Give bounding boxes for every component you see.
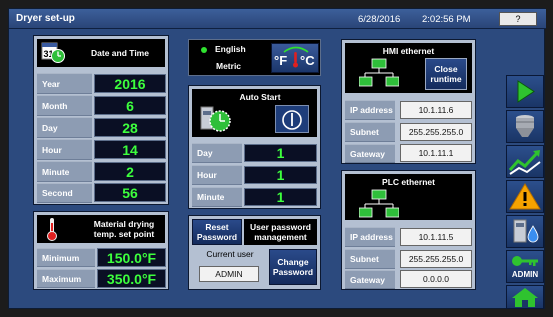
trend-button[interactable] bbox=[506, 145, 544, 178]
auto-start-day-value[interactable]: 1 bbox=[244, 144, 317, 162]
maximum-label: Maximum bbox=[37, 269, 95, 288]
thermometer-small-icon bbox=[293, 52, 298, 68]
day-value[interactable]: 28 bbox=[94, 118, 166, 137]
date-readout: 6/28/2016 bbox=[358, 14, 401, 25]
auto-start-hour-label: Hour bbox=[192, 165, 242, 185]
calendar-clock-icon: 31 bbox=[41, 42, 65, 63]
minimum-label: Minimum bbox=[37, 248, 95, 267]
month-value[interactable]: 6 bbox=[94, 96, 166, 115]
warning-icon bbox=[509, 183, 541, 210]
plc-ethernet-header: PLC ethernet bbox=[345, 174, 472, 220]
fahrenheit-label: °F bbox=[274, 53, 288, 68]
toggle-arc-icon bbox=[282, 45, 310, 53]
hour-label: Hour bbox=[37, 139, 92, 160]
material-temp-title: Material drying temp. set point bbox=[93, 219, 155, 239]
close-runtime-button[interactable]: Close runtime bbox=[425, 58, 467, 90]
day-label: Day bbox=[37, 117, 92, 138]
minute-value[interactable]: 2 bbox=[94, 162, 166, 181]
time-readout: 2:02:56 PM bbox=[422, 14, 471, 25]
thermometer-icon bbox=[45, 217, 59, 241]
password-management-title: User password management bbox=[244, 219, 317, 245]
home-button[interactable] bbox=[506, 285, 544, 309]
hmi-gateway-label: Gateway bbox=[345, 144, 395, 163]
dryer-timer-icon bbox=[198, 103, 234, 135]
key-icon bbox=[512, 256, 538, 266]
hmi-ethernet-header: HMI ethernet Close runtime bbox=[345, 43, 472, 93]
current-user-label: Current user bbox=[206, 249, 254, 259]
minute-label: Minute bbox=[37, 161, 92, 182]
hmi-ip-field[interactable]: 10.1.11.6 bbox=[400, 101, 472, 119]
units-panel: English Metric °F °C bbox=[188, 39, 321, 76]
change-password-button[interactable]: Change Password bbox=[269, 249, 317, 285]
help-button[interactable]: ? bbox=[499, 12, 537, 26]
hmi-ethernet-title: HMI ethernet bbox=[382, 46, 435, 56]
auto-start-hour-value[interactable]: 1 bbox=[244, 166, 317, 184]
plc-ip-label: IP address bbox=[345, 227, 395, 247]
metric-option[interactable]: Metric bbox=[216, 61, 241, 71]
auto-start-minute-value[interactable]: 1 bbox=[244, 188, 317, 206]
plc-ethernet-title: PLC ethernet bbox=[382, 177, 435, 187]
hmi-ethernet-panel: HMI ethernet Close runtime IP address 10… bbox=[341, 39, 476, 164]
material-temp-header: Material drying temp. set point bbox=[37, 215, 165, 243]
auto-start-minute-label: Minute bbox=[192, 187, 242, 207]
date-time-title: Date and Time bbox=[91, 48, 149, 58]
plc-gateway-field[interactable]: 0.0.0.0 bbox=[400, 270, 472, 288]
minimum-value[interactable]: 150.0°F bbox=[97, 248, 166, 267]
next-page-button[interactable] bbox=[506, 75, 544, 108]
reset-password-button[interactable]: Reset Password bbox=[192, 219, 242, 245]
plc-ethernet-panel: PLC ethernet IP address 10.1.11.5 Subnet… bbox=[341, 170, 476, 290]
play-arrow-icon bbox=[517, 80, 535, 103]
year-label: Year bbox=[37, 73, 92, 94]
plc-subnet-field[interactable]: 255.255.255.0 bbox=[400, 250, 472, 268]
alarm-button[interactable] bbox=[506, 180, 544, 213]
plc-subnet-label: Subnet bbox=[345, 249, 395, 269]
title-bar: Dryer set-up 6/28/2016 2:02:56 PM ? bbox=[9, 9, 546, 29]
plc-ip-field[interactable]: 10.1.11.5 bbox=[400, 228, 472, 246]
hmi-subnet-label: Subnet bbox=[345, 122, 395, 142]
hopper-icon bbox=[516, 115, 534, 137]
year-value[interactable]: 2016 bbox=[94, 74, 166, 93]
english-indicator-icon bbox=[201, 47, 207, 53]
hour-value[interactable]: 14 bbox=[94, 140, 166, 159]
auto-start-header: Auto Start bbox=[192, 89, 317, 137]
maximum-value[interactable]: 350.0°F bbox=[97, 269, 166, 288]
page-title: Dryer set-up bbox=[16, 13, 75, 24]
material-temp-panel: Material drying temp. set point Minimum … bbox=[33, 211, 169, 290]
date-time-panel: 31 Date and Time Year 2016 Month 6 Day 2… bbox=[33, 35, 169, 205]
second-value[interactable]: 56 bbox=[94, 183, 166, 202]
month-label: Month bbox=[37, 95, 92, 116]
auto-start-panel: Auto Start Day 1 Hour 1 Minute 1 bbox=[188, 85, 321, 209]
password-panel: Reset Password User password management … bbox=[188, 215, 321, 290]
date-time-header: 31 Date and Time bbox=[37, 39, 165, 67]
hmi-ip-label: IP address bbox=[345, 100, 395, 120]
auto-start-title: Auto Start bbox=[239, 92, 281, 102]
dryer-status-button[interactable] bbox=[506, 215, 544, 248]
network-icon bbox=[358, 58, 400, 88]
hmi-gateway-field[interactable]: 10.1.11.1 bbox=[400, 144, 472, 162]
hmi-subnet-field[interactable]: 255.255.255.0 bbox=[400, 123, 472, 141]
power-icon bbox=[282, 110, 302, 130]
power-button[interactable] bbox=[275, 105, 309, 133]
second-label: Second bbox=[37, 183, 92, 203]
temperature-unit-toggle[interactable]: °F °C bbox=[271, 43, 319, 73]
celsius-label: °C bbox=[300, 53, 315, 68]
admin-label: ADMIN bbox=[511, 270, 539, 279]
english-option[interactable]: English bbox=[215, 44, 246, 54]
current-user-field: ADMIN bbox=[199, 266, 259, 282]
home-icon bbox=[512, 288, 538, 307]
admin-button[interactable]: ADMIN bbox=[506, 250, 544, 283]
auto-start-day-label: Day bbox=[192, 143, 242, 163]
plc-gateway-label: Gateway bbox=[345, 270, 395, 289]
hmi-screen: Dryer set-up 6/28/2016 2:02:56 PM ? 31 D… bbox=[8, 8, 546, 309]
trend-chart-icon bbox=[508, 150, 541, 175]
dryer-drop-icon bbox=[513, 219, 539, 243]
hopper-button[interactable] bbox=[506, 110, 544, 143]
plc-network-icon bbox=[358, 189, 400, 219]
